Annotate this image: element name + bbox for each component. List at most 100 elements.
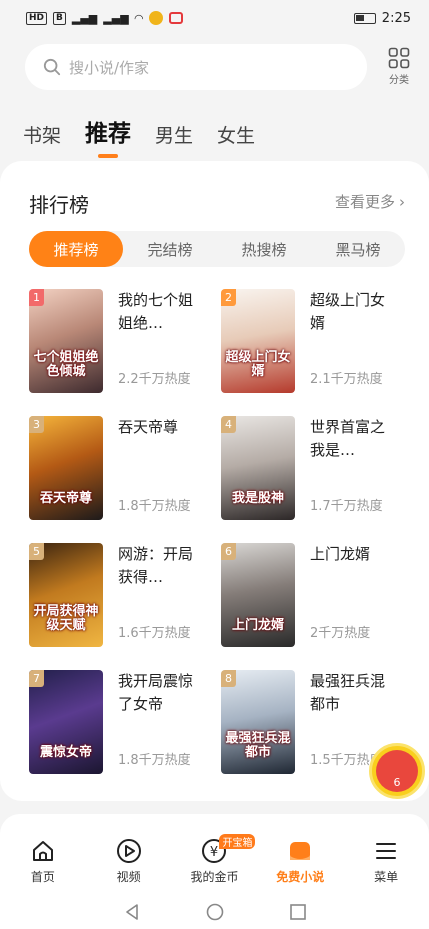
book-cover[interactable]: 6 上门龙婿 [221,543,295,647]
nav-home[interactable]: 首页 [8,838,78,894]
hd-indicator: HD [26,11,48,25]
app-notification-icon [149,11,164,25]
search-icon [43,58,61,76]
svg-text:¥: ¥ [210,845,218,860]
nav-free-novels[interactable]: 免费小说 [265,838,335,894]
battery-icon [353,12,376,24]
status-time: 2:25 [381,10,411,26]
chevron-right-icon: › [399,192,405,211]
book-heat: 2.1千万热度 [310,372,383,387]
book-cover[interactable]: 3 吞天帝尊 [29,416,103,520]
category-button[interactable]: 分类 [382,47,416,87]
home-icon [32,841,53,861]
floating-reward-button[interactable]: 6 [369,743,425,799]
subtab-finished[interactable]: 完结榜 [123,231,217,267]
book-item[interactable]: 7 震惊女帝 我开局震惊了女帝 1.8千万热度 [29,670,209,780]
subtab-dark-horse[interactable]: 黑马榜 [311,231,405,267]
book-cover[interactable]: 4 我是股神 [221,416,295,520]
book-heat: 2.2千万热度 [118,372,191,387]
grid-icon [388,47,410,69]
search-bar[interactable]: 搜小说/作家 [25,44,367,90]
book-heat: 1.8千万热度 [118,753,191,768]
nav-coins-label: 我的金币 [190,870,239,884]
book-item[interactable]: 1 七个姐姐绝色倾城 我的七个姐姐绝… 2.2千万热度 [29,289,209,399]
see-more-label: 查看更多 [334,193,395,211]
nav-free-novels-label: 免费小说 [276,870,325,884]
rank-badge: 8 [221,670,236,687]
ranking-subtabs: 推荐榜 完结榜 热搜榜 黑马榜 [29,231,405,267]
cover-title: 超级上门女婿 [225,350,291,379]
category-label: 分类 [389,75,409,86]
rank-badge: 2 [221,289,236,306]
b-indicator: B [53,11,66,25]
back-icon[interactable] [123,903,141,921]
tab-bookshelf[interactable]: 书架 [23,121,61,148]
see-more-link[interactable]: 查看更多 › [335,191,405,212]
cover-title: 我是股神 [231,491,284,506]
rank-badge: 5 [29,543,44,560]
ranking-title: 排行榜 [29,193,89,217]
nav-home-label: 首页 [30,870,55,884]
book-item[interactable]: 5 开局获得神级天赋 网游：开局获得… 1.6千万热度 [29,543,209,653]
tab-female[interactable]: 女生 [217,121,255,148]
book-cover[interactable]: 8 最强狂兵混都市 [221,670,295,774]
book-item[interactable]: 4 我是股神 世界首富之我是… 1.7千万热度 [221,416,401,526]
book-title: 我开局震惊了女帝 [118,672,194,713]
cover-title: 震惊女帝 [39,745,92,760]
reward-icon: 6 [376,750,418,792]
reward-count: 6 [393,776,401,789]
search-placeholder: 搜小说/作家 [69,58,150,77]
book-title: 网游：开局获得… [118,545,194,586]
book-title: 超级上门女婿 [310,291,386,332]
rank-badge: 7 [29,670,44,687]
top-tabs: 书架 推荐 男生 女生 [23,108,255,158]
status-bar: HD B ▂▄▆ ▂▄▆ ◠ 2:25 [0,0,429,36]
book-heat: 1.7千万热度 [310,499,383,514]
rank-badge: 1 [29,289,44,306]
wifi-icon: ◠ [134,11,144,25]
treasure-badge: 开宝箱 [219,834,256,849]
cover-title: 最强狂兵混都市 [225,731,291,760]
rank-badge: 4 [221,416,236,433]
book-cover[interactable]: 5 开局获得神级天赋 [29,543,103,647]
app-notification-icon-2 [169,12,184,24]
book-item[interactable]: 6 上门龙婿 上门龙婿 2千万热度 [221,543,401,653]
cover-title: 上门龙婿 [231,618,284,633]
ranking-card: 排行榜 查看更多 › 推荐榜 完结榜 热搜榜 黑马榜 1 七个姐姐绝色倾城 我的… [0,161,429,801]
book-cover[interactable]: 2 超级上门女婿 [221,289,295,393]
recents-icon[interactable] [289,903,307,921]
nav-menu-label: 菜单 [374,870,399,884]
book-title: 上门龙婿 [310,545,371,563]
book-cover[interactable]: 7 震惊女帝 [29,670,103,774]
bottom-nav: 首页 视频 开宝箱 ¥ 我的金币 免费小说 菜单 [0,814,429,894]
book-heat: 2千万热度 [310,626,371,641]
tab-male[interactable]: 男生 [155,121,193,148]
cover-title: 开局获得神级天赋 [33,604,99,633]
book-title: 世界首富之我是… [310,418,386,459]
cover-title: 七个姐姐绝色倾城 [33,350,99,379]
system-nav-bar [0,894,429,929]
tab-recommend[interactable]: 推荐 [85,114,131,158]
book-heat: 1.6千万热度 [118,626,191,641]
home-circle-icon[interactable] [206,903,224,921]
nav-video-label: 视频 [116,870,141,884]
book-cover[interactable]: 1 七个姐姐绝色倾城 [29,289,103,393]
rank-badge: 3 [29,416,44,433]
book-item[interactable]: 2 超级上门女婿 超级上门女婿 2.1千万热度 [221,289,401,399]
subtab-hot-search[interactable]: 热搜榜 [217,231,311,267]
menu-icon [376,843,397,859]
cover-title: 吞天帝尊 [39,491,92,506]
subtab-recommend[interactable]: 推荐榜 [29,231,123,267]
signal-icon: ▂▄▆ [71,11,98,25]
book-item[interactable]: 3 吞天帝尊 吞天帝尊 1.8千万热度 [29,416,209,526]
play-icon [116,839,141,863]
status-icons-left: HD B ▂▄▆ ▂▄▆ ◠ [26,11,184,25]
book-title: 最强狂兵混都市 [310,672,386,713]
book-title: 吞天帝尊 [118,418,179,436]
book-heat: 1.8千万热度 [118,499,191,514]
nav-video[interactable]: 视频 [94,838,164,894]
nav-menu[interactable]: 菜单 [351,838,421,894]
book-icon [290,842,311,860]
rank-badge: 6 [221,543,236,560]
nav-coins[interactable]: 开宝箱 ¥ 我的金币 [179,834,256,894]
